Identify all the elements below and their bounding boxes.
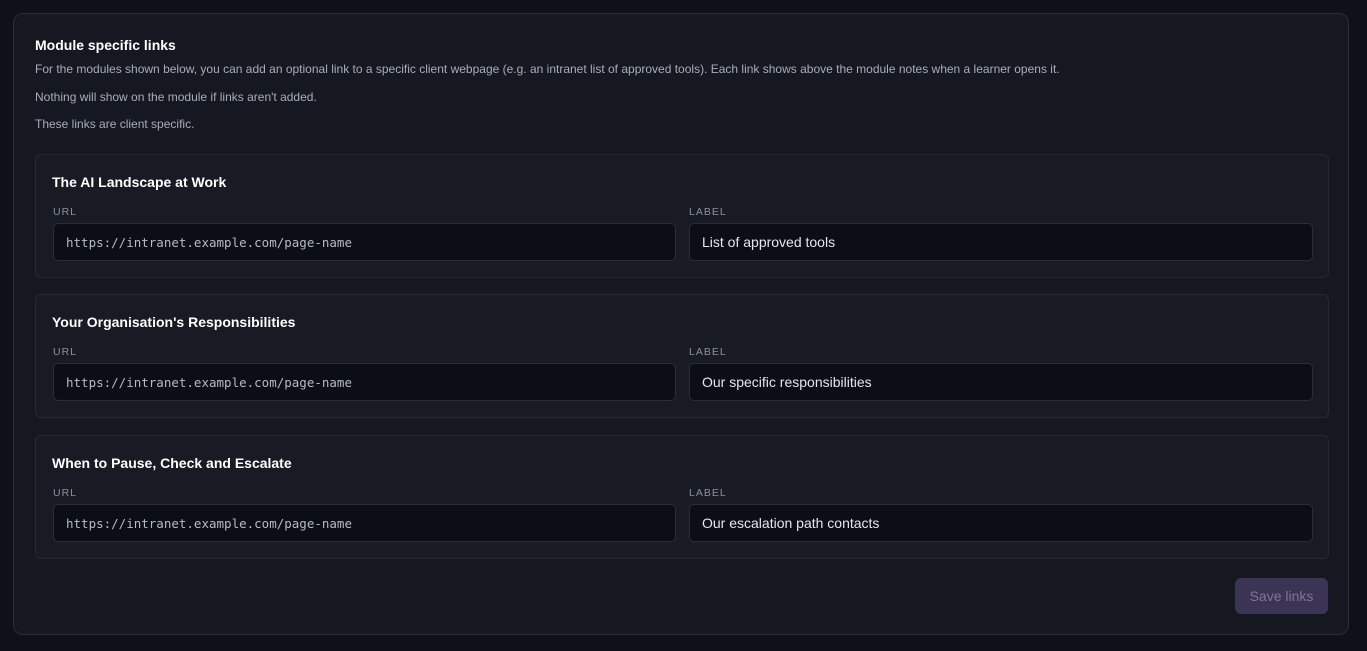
section-note-client: These links are client specific. (35, 117, 195, 131)
module-card: The AI Landscape at Work URL LABEL (35, 154, 1329, 278)
module-card: When to Pause, Check and Escalate URL LA… (35, 435, 1329, 559)
url-input[interactable] (53, 504, 676, 542)
module-title: The AI Landscape at Work (52, 174, 227, 190)
module-links-panel: Module specific links For the modules sh… (13, 13, 1349, 635)
section-description: For the modules shown below, you can add… (35, 62, 1060, 76)
label-field-label: LABEL (689, 346, 727, 358)
module-card: Your Organisation's Responsibilities URL… (35, 294, 1329, 418)
url-field-label: URL (53, 206, 78, 218)
label-field-label: LABEL (689, 487, 727, 499)
module-title: When to Pause, Check and Escalate (52, 455, 292, 471)
url-field-label: URL (53, 346, 78, 358)
label-input[interactable] (689, 363, 1313, 401)
label-input[interactable] (689, 504, 1313, 542)
save-links-button[interactable]: Save links (1235, 578, 1328, 614)
label-input[interactable] (689, 223, 1313, 261)
section-title: Module specific links (35, 37, 176, 53)
url-field-label: URL (53, 487, 78, 499)
module-title: Your Organisation's Responsibilities (52, 314, 296, 330)
url-input[interactable] (53, 223, 676, 261)
section-note-empty: Nothing will show on the module if links… (35, 90, 317, 104)
label-field-label: LABEL (689, 206, 727, 218)
url-input[interactable] (53, 363, 676, 401)
